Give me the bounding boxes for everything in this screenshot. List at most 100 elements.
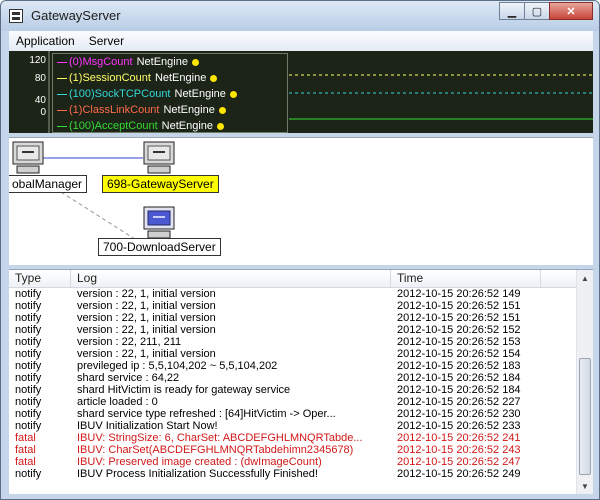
maximize-button[interactable]: ▢ <box>524 2 550 20</box>
cell-time: 2012-10-15 20:26:52 151 <box>397 300 521 312</box>
table-row[interactable]: notify version : 22, 1, initial version 20… <box>9 312 576 324</box>
column-header-type[interactable]: Type <box>9 270 71 288</box>
scroll-down-arrow-icon[interactable]: ▼ <box>577 478 593 494</box>
table-row[interactable]: notify version : 22, 1, initial version 20… <box>9 324 576 336</box>
title-bar[interactable]: GatewayServer ▁ ▢ ✕ <box>1 1 599 31</box>
cell-log: version : 22, 1, initial version <box>77 348 216 360</box>
cell-log: IBUV: Preserved image created : (dwImage… <box>77 456 322 468</box>
cell-type: notify <box>15 288 42 300</box>
cell-log: IBUV Initialization Start Now! <box>77 420 218 432</box>
legend-swatch <box>57 61 67 63</box>
legend-swatch <box>57 125 67 127</box>
cell-log: version : 22, 1, initial version <box>77 300 216 312</box>
cell-log: IBUV: CharSet(ABCDEFGHLMNQRTabdehimn2345… <box>77 444 354 456</box>
cell-time: 2012-10-15 20:26:52 184 <box>397 384 521 396</box>
cell-type: notify <box>15 324 42 336</box>
legend-entry: (1)ClassLinkCount NetEngine <box>53 102 287 118</box>
legend-series-source: NetEngine <box>174 88 226 100</box>
y-tick-label: 40 <box>35 95 47 106</box>
window-title: GatewayServer <box>31 8 121 23</box>
node-label-gateway-server[interactable]: 698-GatewayServer <box>102 175 219 193</box>
legend-series-source: NetEngine <box>161 120 214 132</box>
legend-dot-icon <box>217 122 225 130</box>
table-row[interactable]: fatal IBUV: StringSize: 6, CharSet: ABCDE… <box>9 432 576 444</box>
cell-type: notify <box>15 348 42 360</box>
cell-type: notify <box>15 360 42 372</box>
legend-dot-icon <box>218 106 226 114</box>
table-row[interactable]: notify version : 22, 211, 211 2012-10-15 2… <box>9 336 576 348</box>
table-row[interactable]: notify version : 22, 1, initial version 20… <box>9 288 576 300</box>
legend-entry: (0)MsgCount NetEngine <box>53 54 287 70</box>
table-row[interactable]: notify IBUV Process Initialization Succes… <box>9 468 576 480</box>
cell-log: version : 22, 1, initial version <box>77 288 216 300</box>
table-row[interactable]: notify shard service type refreshed : [64… <box>9 408 576 420</box>
cell-log: version : 22, 1, initial version <box>77 324 216 336</box>
y-tick-label: 0 <box>40 107 46 118</box>
table-row[interactable]: notify shard HitVictim is ready for gatew… <box>9 384 576 396</box>
cell-log: IBUV: StringSize: 6, CharSet: ABCDEFGHLM… <box>77 432 363 444</box>
cell-type: notify <box>15 420 42 432</box>
minimize-button[interactable]: ▁ <box>499 2 525 20</box>
cell-time: 2012-10-15 20:26:52 183 <box>397 360 521 372</box>
legend-series-name: (1)ClassLinkCount <box>69 104 160 116</box>
cell-time: 2012-10-15 20:26:52 151 <box>397 312 521 324</box>
server-computer-icon[interactable] <box>143 141 175 175</box>
cell-time: 2012-10-15 20:26:52 154 <box>397 348 521 360</box>
server-diagram: obalManager 698-GatewayServer 700-Downlo… <box>9 137 593 265</box>
menu-application[interactable]: Application <box>9 34 82 48</box>
cell-time: 2012-10-15 20:26:52 247 <box>397 456 521 468</box>
y-tick-label: 120 <box>29 55 46 66</box>
table-row[interactable]: notify article loaded : 0 2012-10-15 20:26… <box>9 396 576 408</box>
table-header: Type Log Time <box>9 270 593 288</box>
legend-dot-icon <box>191 58 199 66</box>
cell-log: shard service type refreshed : [64]HitVi… <box>77 408 336 420</box>
table-row[interactable]: notify shard service : 64,22 2012-10-15 20… <box>9 372 576 384</box>
menu-server[interactable]: Server <box>82 34 131 48</box>
cell-time: 2012-10-15 20:26:52 227 <box>397 396 521 408</box>
column-header-time[interactable]: Time <box>391 270 541 288</box>
cell-log: article loaded : 0 <box>77 396 158 408</box>
node-label-global-manager[interactable]: obalManager <box>9 175 88 193</box>
legend-series-source: NetEngine <box>154 72 207 84</box>
legend-series-source: NetEngine <box>136 56 188 68</box>
table-row[interactable]: fatal IBUV: CharSet(ABCDEFGHLMNQRTabdehim… <box>9 444 576 456</box>
log-rows: notify version : 22, 1, initial version 20… <box>9 288 576 480</box>
legend-dot-icon <box>229 90 237 98</box>
table-row[interactable]: notify IBUV Initialization Start Now! 2012… <box>9 420 576 432</box>
legend-series-name: (1)SessionCount <box>69 72 151 84</box>
close-button[interactable]: ✕ <box>549 2 593 20</box>
legend-swatch <box>57 109 67 111</box>
diagram-connections <box>43 157 150 249</box>
app-window-icon <box>9 9 23 23</box>
cell-time: 2012-10-15 20:26:52 241 <box>397 432 521 444</box>
scrollbar-thumb[interactable] <box>579 358 591 475</box>
table-row[interactable]: notify version : 22, 1, initial version 20… <box>9 348 576 360</box>
legend-entry: (100)AcceptCount NetEngine <box>53 118 287 134</box>
cell-time: 2012-10-15 20:26:52 230 <box>397 408 521 420</box>
table-row[interactable]: fatal IBUV: Preserved image created : (dw… <box>9 456 576 468</box>
cell-time: 2012-10-15 20:26:52 184 <box>397 372 521 384</box>
cell-type: notify <box>15 408 42 420</box>
cell-type: notify <box>15 312 42 324</box>
cell-type: notify <box>15 396 42 408</box>
cell-time: 2012-10-15 20:26:52 152 <box>397 324 521 336</box>
chart-legend: (0)MsgCount NetEngine (1)SessionCount NetEn… <box>52 53 288 133</box>
cell-type: notify <box>15 372 42 384</box>
table-row[interactable]: notify previleged ip : 5,5,104,202 ~ 5,5,… <box>9 360 576 372</box>
table-row[interactable]: notify version : 22, 1, initial version 20… <box>9 300 576 312</box>
legend-series-source: NetEngine <box>163 104 215 116</box>
vertical-scrollbar[interactable]: ▲ ▼ <box>576 270 593 494</box>
legend-dot-icon <box>210 74 218 82</box>
legend-series-name: (100)SockTCPCount <box>69 88 171 100</box>
cell-time: 2012-10-15 20:26:52 243 <box>397 444 521 456</box>
legend-entry: (1)SessionCount NetEngine <box>53 70 287 86</box>
column-header-log[interactable]: Log <box>71 270 391 288</box>
legend-entry: (100)SockTCPCount NetEngine <box>53 86 287 102</box>
cell-log: version : 22, 1, initial version <box>77 312 216 324</box>
cell-type: fatal <box>15 444 36 456</box>
menu-bar: Application Server <box>9 31 593 51</box>
server-computer-icon[interactable] <box>12 141 44 175</box>
node-label-download-server[interactable]: 700-DownloadServer <box>98 238 221 256</box>
server-computer-icon[interactable] <box>143 206 175 240</box>
scroll-up-arrow-icon[interactable]: ▲ <box>577 270 593 287</box>
